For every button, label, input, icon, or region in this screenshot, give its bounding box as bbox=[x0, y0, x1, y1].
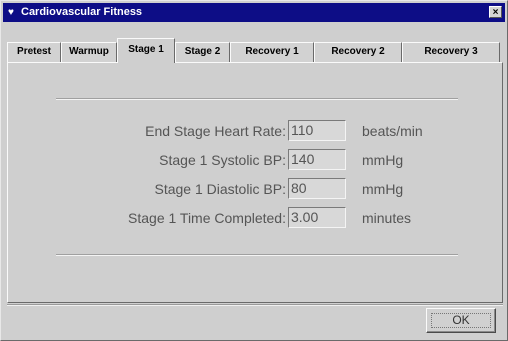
diastolic-bp-field[interactable]: 80 bbox=[288, 178, 346, 199]
diastolic-bp-unit: mmHg bbox=[362, 181, 404, 197]
footer-divider bbox=[7, 304, 503, 306]
diastolic-bp-label: Stage 1 Diastolic BP: bbox=[154, 181, 286, 197]
stage-1-panel: End Stage Heart Rate: 110 beats/min Stag… bbox=[7, 62, 503, 303]
systolic-bp-unit: mmHg bbox=[362, 152, 404, 168]
tab-recovery-3[interactable]: Recovery 3 bbox=[402, 42, 500, 62]
systolic-bp-field[interactable]: 140 bbox=[288, 149, 346, 170]
time-completed-field[interactable]: 3.00 bbox=[288, 207, 346, 228]
systolic-bp-label: Stage 1 Systolic BP: bbox=[159, 152, 286, 168]
close-button[interactable]: × bbox=[489, 6, 502, 18]
diastolic-bp-row: Stage 1 Diastolic BP: 80 mmHg bbox=[56, 178, 458, 200]
stage-1-fields-group: End Stage Heart Rate: 110 beats/min Stag… bbox=[56, 98, 458, 256]
dialog-window: ♥ Cardiovascular Fitness × Pretest Warmu… bbox=[0, 0, 508, 341]
systolic-bp-row: Stage 1 Systolic BP: 140 mmHg bbox=[56, 149, 458, 171]
heart-icon: ♥ bbox=[8, 7, 14, 18]
tab-recovery-2[interactable]: Recovery 2 bbox=[314, 42, 402, 62]
window-title: Cardiovascular Fitness bbox=[21, 6, 143, 18]
heart-rate-row: End Stage Heart Rate: 110 beats/min bbox=[56, 120, 458, 142]
focus-rect bbox=[431, 313, 491, 328]
heart-rate-label: End Stage Heart Rate: bbox=[145, 123, 286, 139]
title-bar[interactable]: ♥ Cardiovascular Fitness × bbox=[3, 3, 505, 22]
tab-stage-1[interactable]: Stage 1 bbox=[117, 38, 175, 63]
tab-stage-2[interactable]: Stage 2 bbox=[175, 42, 230, 62]
heart-rate-field[interactable]: 110 bbox=[288, 120, 346, 141]
close-icon: × bbox=[492, 7, 499, 18]
ok-button[interactable]: OK bbox=[426, 308, 496, 333]
tab-pretest[interactable]: Pretest bbox=[7, 42, 61, 62]
time-completed-row: Stage 1 Time Completed: 3.00 minutes bbox=[56, 207, 458, 229]
tab-warmup[interactable]: Warmup bbox=[61, 42, 117, 62]
heart-rate-unit: beats/min bbox=[362, 123, 423, 139]
time-completed-unit: minutes bbox=[362, 210, 412, 226]
time-completed-label: Stage 1 Time Completed: bbox=[128, 210, 286, 226]
tab-strip: Pretest Warmup Stage 1 Stage 2 Recovery … bbox=[7, 38, 503, 63]
tab-recovery-1[interactable]: Recovery 1 bbox=[230, 42, 314, 62]
